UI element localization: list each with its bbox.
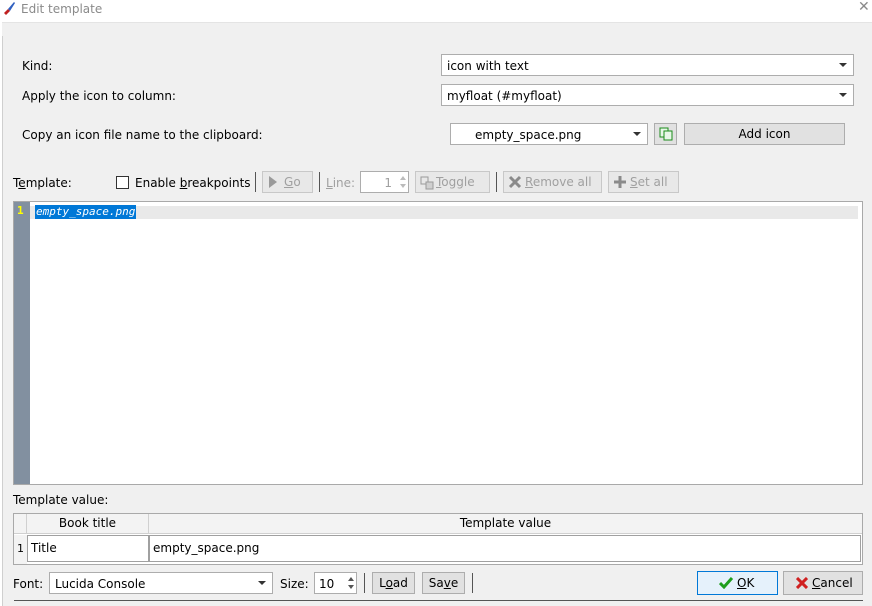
plus-icon [614,176,626,188]
chevron-down-icon [839,93,847,97]
remove-all-button[interactable]: Remove all [503,171,602,193]
cancel-button[interactable]: Cancel [783,571,863,595]
checkmark-icon [719,577,733,589]
template-value-label: Template value: [13,493,109,507]
line-label: Line: [326,176,356,190]
icon-file-select[interactable]: empty_space.png [450,123,648,145]
icon-file-value: empty_space.png [475,128,582,142]
set-all-button[interactable]: Set all [608,171,679,193]
bottom-divider [14,600,863,601]
toggle-icon [420,176,434,190]
font-value: Lucida Console [55,577,146,591]
line-spinbox[interactable]: 1 [360,171,409,193]
table-cell-template-value[interactable]: empty_space.png [149,535,861,562]
code-line[interactable]: empty_space.png [35,205,137,219]
save-button[interactable]: Save [422,572,465,594]
table-cell-book-title[interactable]: Title [27,535,149,562]
play-icon [269,176,277,188]
footer-separator [472,573,473,593]
kind-select[interactable]: icon with text [441,54,854,76]
x-mark-icon [796,577,808,589]
window-title: Edit template [21,2,103,16]
ok-button[interactable]: OK [697,571,778,595]
column-header-book-title[interactable]: Book title [27,514,149,534]
size-label: Size: [280,577,309,591]
column-select[interactable]: myfloat (#myfloat) [441,84,854,106]
paintbrush-icon [4,2,15,15]
go-button[interactable]: Go [262,171,313,193]
column-value: myfloat (#myfloat) [447,89,562,103]
size-value: 10 [319,577,335,591]
dialog-border [2,36,3,606]
toolbar-separator [319,172,320,192]
remove-icon [508,175,522,189]
add-icon-button[interactable]: Add icon [684,123,845,145]
chevron-down-icon [258,581,266,585]
row-index: 1 [14,535,27,564]
title-bar: Edit template ✕ [0,0,872,22]
template-value-table: Book title Template value 1 Title empty_… [13,513,863,565]
copy-to-clipboard-button[interactable] [654,123,677,145]
column-label: Apply the icon to column: [22,89,176,103]
toolbar-separator [496,172,497,192]
kind-value: icon with text [447,59,529,73]
breakpoints-checkbox[interactable] [116,176,129,189]
template-label: Template: [13,176,72,190]
kind-label: Kind: [22,59,53,73]
size-spinbox[interactable]: 10 [314,572,357,594]
close-icon[interactable]: ✕ [858,0,872,16]
toggle-button[interactable]: Toggle [415,171,490,193]
copy-label: Copy an icon file name to the clipboard: [22,128,263,142]
editor-gutter: 1 [14,202,30,484]
clipboard-copy-icon [659,127,673,141]
breakpoints-label[interactable]: Enable breakpoints [135,175,251,191]
footer-separator [364,573,365,593]
toolbar-separator [255,172,256,192]
spin-down-icon[interactable] [348,585,354,589]
template-editor[interactable]: 1 empty_space.png [13,201,863,485]
font-select[interactable]: Lucida Console [49,572,273,594]
chevron-down-icon [839,63,847,67]
spin-up-icon[interactable] [348,577,354,581]
column-header-template-value[interactable]: Template value [149,514,862,534]
line-value: 1 [384,176,392,190]
font-label: Font: [13,577,44,591]
spin-up-icon[interactable] [400,176,406,180]
spin-down-icon[interactable] [400,184,406,188]
line-number: 1 [17,204,24,217]
row-header-corner [14,514,27,534]
chevron-down-icon [633,132,641,136]
current-line-highlight [30,206,858,219]
load-button[interactable]: Load [372,572,415,594]
